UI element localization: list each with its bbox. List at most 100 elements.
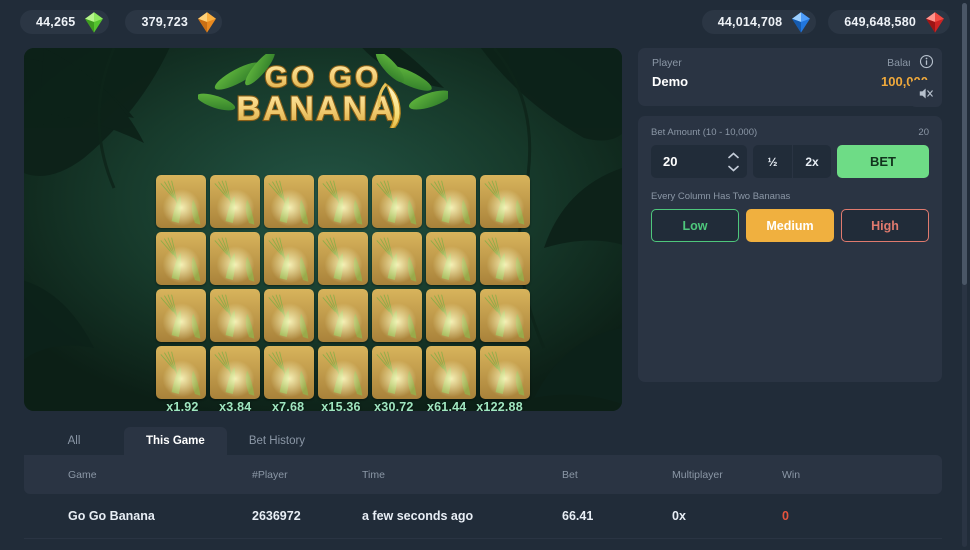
cell-time: a few seconds ago: [362, 509, 474, 523]
palm-frond-icon: [159, 180, 200, 225]
gem-blue-icon: [792, 12, 811, 33]
multiplier-value: x122.88: [476, 400, 523, 411]
tile[interactable]: [426, 289, 476, 342]
tab-bet-history[interactable]: Bet History: [227, 427, 327, 455]
bet-quick-adjust: ½ 2x: [753, 145, 831, 178]
tile[interactable]: [318, 232, 368, 285]
tile[interactable]: [480, 175, 530, 228]
currency-pill-red[interactable]: 649,648,580: [828, 10, 950, 34]
mute-button[interactable]: [910, 80, 942, 107]
tile[interactable]: [318, 289, 368, 342]
multiplier-value: x61.44: [427, 400, 467, 411]
tile[interactable]: [210, 346, 260, 399]
chevron-down-icon: [727, 165, 739, 172]
multiplier-value: x1.92: [166, 400, 199, 411]
tile[interactable]: [426, 232, 476, 285]
tile[interactable]: [426, 175, 476, 228]
gem-orange-icon: [198, 12, 216, 33]
tile[interactable]: [480, 232, 530, 285]
palm-frond-icon: [267, 180, 308, 225]
control-panel: Player Demo Balance: 100,000 Bet Amount …: [638, 48, 942, 382]
palm-frond-icon: [213, 237, 254, 282]
table-row[interactable]: Go Go Banana 2636972 a few seconds ago 6…: [24, 494, 942, 539]
bet-double-button[interactable]: 2x: [792, 145, 831, 178]
tab-all[interactable]: All: [24, 427, 124, 455]
currency-value-green: 44,265: [36, 15, 76, 29]
tile[interactable]: [480, 346, 530, 399]
tile[interactable]: [372, 346, 422, 399]
tile[interactable]: [426, 346, 476, 399]
risk-option-high[interactable]: High: [841, 209, 929, 242]
bet-halve-button[interactable]: ½: [753, 145, 792, 178]
tile[interactable]: [210, 289, 260, 342]
risk-option-medium[interactable]: Medium: [746, 209, 834, 242]
palm-frond-icon: [267, 351, 308, 396]
stepper-up-button[interactable]: [727, 151, 739, 159]
risk-option-low[interactable]: Low: [651, 209, 739, 242]
tile[interactable]: [264, 289, 314, 342]
palm-frond-icon: [375, 351, 416, 396]
column-header-game: Game: [68, 468, 97, 481]
palm-frond-icon: [159, 237, 200, 282]
info-icon: [919, 54, 933, 69]
tile[interactable]: [156, 175, 206, 228]
cell-player: 2636972: [252, 509, 301, 523]
multiplier-value: x7.68: [272, 400, 305, 411]
tile[interactable]: [264, 232, 314, 285]
palm-frond-icon: [213, 180, 254, 225]
tile[interactable]: [372, 289, 422, 342]
tile[interactable]: [156, 232, 206, 285]
player-info: Player Demo: [652, 57, 688, 97]
info-button[interactable]: [910, 48, 942, 75]
cell-bet: 66.41: [562, 509, 594, 523]
currency-group-left: 44,265 379,723: [20, 10, 223, 34]
bet-input-row: 20 ½ 2x BET: [651, 145, 929, 178]
tile[interactable]: [156, 346, 206, 399]
bet-amount-label: Bet Amount (10 - 10,000): [651, 127, 758, 138]
currency-pill-green[interactable]: 44,265: [20, 10, 110, 34]
tile[interactable]: [264, 346, 314, 399]
page-scrollbar-thumb[interactable]: [962, 3, 967, 285]
game-board[interactable]: GO GO BANANA x1.92 x3.84 x7.68 x15.36 x3…: [24, 48, 622, 411]
palm-frond-icon: [321, 351, 362, 396]
tile[interactable]: [372, 175, 422, 228]
tile[interactable]: [210, 175, 260, 228]
tile[interactable]: [372, 232, 422, 285]
palm-frond-icon: [375, 294, 416, 339]
bet-amount-input[interactable]: 20: [651, 145, 747, 178]
tile[interactable]: [210, 232, 260, 285]
currency-value-blue: 44,014,708: [717, 15, 783, 29]
banana-tile-grid[interactable]: [156, 175, 532, 401]
risk-label: Every Column Has Two Bananas: [651, 191, 791, 202]
currency-group-right: 44,014,708 649,648,580: [701, 10, 950, 34]
history-table-header: Game #Player Time Bet Multiplayer Win: [24, 455, 942, 494]
palm-frond-icon: [213, 351, 254, 396]
palm-frond-icon: [267, 294, 308, 339]
palm-frond-icon: [429, 294, 470, 339]
currency-pill-orange[interactable]: 379,723: [125, 10, 223, 34]
currency-pill-blue[interactable]: 44,014,708: [701, 10, 817, 34]
tile[interactable]: [318, 175, 368, 228]
game-page: 44,265 379,723 44,014,708 649,648,580 GO…: [0, 0, 970, 550]
stepper-down-button[interactable]: [727, 164, 739, 172]
cell-game: Go Go Banana: [68, 509, 155, 523]
tile[interactable]: [318, 346, 368, 399]
currency-value-red: 649,648,580: [844, 15, 916, 29]
tab-this-game[interactable]: This Game: [124, 427, 227, 455]
palm-frond-icon: [375, 237, 416, 282]
tile[interactable]: [156, 289, 206, 342]
column-header-win: Win: [782, 468, 801, 481]
bet-button[interactable]: BET: [837, 145, 929, 178]
column-header-multiplier: Multiplayer: [672, 468, 723, 481]
palm-frond-icon: [429, 180, 470, 225]
palm-frond-icon: [321, 180, 362, 225]
mute-icon: [919, 88, 933, 99]
palm-frond-icon: [429, 237, 470, 282]
column-header-bet: Bet: [562, 468, 578, 481]
tile[interactable]: [480, 289, 530, 342]
palm-frond-icon: [483, 351, 524, 396]
tile[interactable]: [264, 175, 314, 228]
multiplier-row: x1.92 x3.84 x7.68 x15.36 x30.72 x61.44 x…: [156, 400, 526, 411]
palm-frond-icon: [267, 237, 308, 282]
multiplier-value: x30.72: [374, 400, 414, 411]
